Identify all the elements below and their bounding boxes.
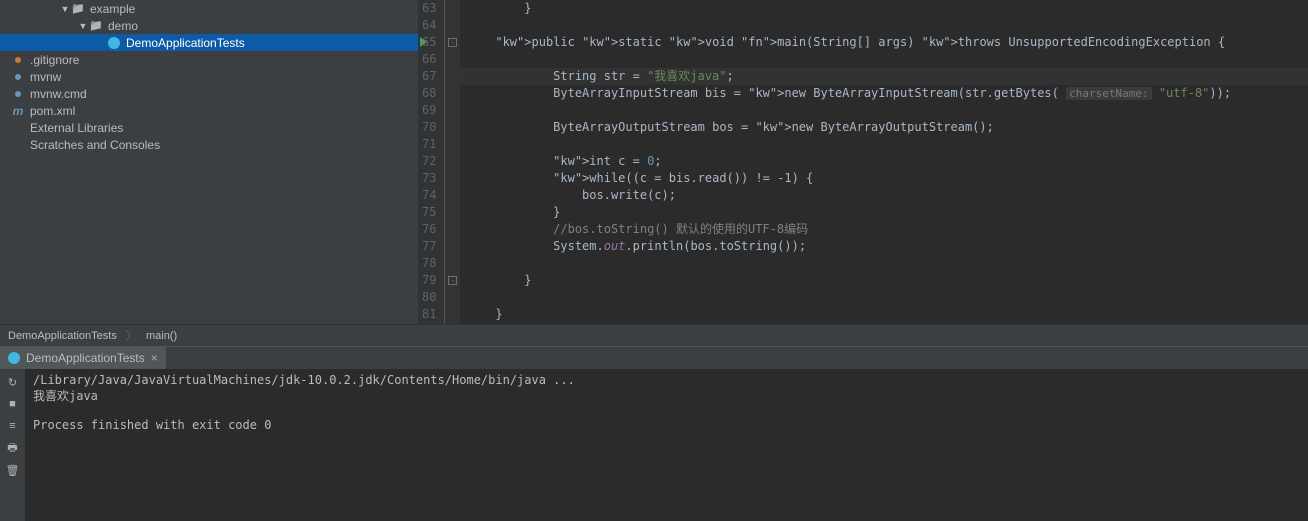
line-number[interactable]: 68 (422, 85, 436, 102)
code-line[interactable] (460, 136, 1308, 153)
maven-icon: m (10, 104, 26, 118)
console-tabbar[interactable]: DemoApplicationTests × (0, 347, 1308, 369)
layout-icon[interactable]: ≡ (4, 417, 22, 435)
line-number[interactable]: 75 (422, 204, 436, 221)
code-line[interactable]: } (460, 306, 1308, 323)
line-number[interactable]: 79 (422, 272, 436, 289)
line-number[interactable]: 71 (422, 136, 436, 153)
line-number[interactable]: 64 (422, 17, 436, 34)
breadcrumb-class[interactable]: DemoApplicationTests (8, 330, 117, 342)
breadcrumb-separator-icon: 〉 (120, 330, 143, 342)
console-tab-label: DemoApplicationTests (26, 351, 145, 365)
line-number[interactable]: 77 (422, 238, 436, 255)
trash-icon[interactable]: 🗑 (4, 461, 22, 479)
file-icon (10, 74, 26, 80)
java-icon (8, 352, 20, 364)
tree-row[interactable]: .gitignore (0, 51, 418, 68)
code-line[interactable] (460, 51, 1308, 68)
stop-icon[interactable]: ■ (4, 395, 22, 413)
project-tree[interactable]: ▼example▼demoDemoApplicationTests.gitign… (0, 0, 418, 324)
line-number[interactable]: 78 (422, 255, 436, 272)
folder-icon (70, 2, 86, 15)
code-line[interactable] (460, 289, 1308, 306)
code-line[interactable] (460, 255, 1308, 272)
code-line[interactable]: //bos.toString() 默认的使用的UTF-8编码 (460, 221, 1308, 238)
line-number[interactable]: 66 (422, 51, 436, 68)
tree-row[interactable]: DemoApplicationTests (0, 34, 418, 51)
fold-toggle-icon[interactable]: - (448, 276, 457, 285)
code-line[interactable]: "kw">while((c = bis.read()) != -1) { (460, 170, 1308, 187)
tree-label: .gitignore (30, 53, 79, 67)
chevron-down-icon[interactable]: ▼ (60, 4, 70, 14)
code-line[interactable]: } (460, 272, 1308, 289)
code-line[interactable] (460, 17, 1308, 34)
tree-label: mvnw.cmd (30, 87, 87, 101)
java-class-icon (106, 37, 122, 49)
line-number[interactable]: 80 (422, 289, 436, 306)
line-number[interactable]: 74 (422, 187, 436, 204)
file-icon (10, 57, 26, 63)
code-line[interactable]: String str = "我喜欢java"; (460, 68, 1308, 85)
code-line[interactable]: System.out.println(bos.toString()); (460, 238, 1308, 255)
code-line[interactable]: "kw">public "kw">static "kw">void "fn">m… (460, 34, 1308, 51)
tree-label: External Libraries (30, 121, 123, 135)
run-gutter-icon[interactable] (420, 37, 427, 47)
console-output[interactable]: /Library/Java/JavaVirtualMachines/jdk-10… (25, 369, 1308, 521)
tree-label: demo (108, 19, 138, 33)
line-gutter: 63646566676869707172737475767778798081 (418, 0, 445, 324)
rerun-icon[interactable]: ↻ (4, 373, 22, 391)
tree-row[interactable]: External Libraries (0, 119, 418, 136)
tree-row[interactable]: mvnw.cmd (0, 85, 418, 102)
tree-label: pom.xml (30, 104, 75, 118)
tree-row[interactable]: Scratches and Consoles (0, 136, 418, 153)
breadcrumb-method[interactable]: main() (146, 330, 177, 342)
tree-label: mvnw (30, 70, 61, 84)
tree-row[interactable]: ▼ demo (0, 17, 418, 34)
code-editor[interactable]: 63646566676869707172737475767778798081 -… (418, 0, 1308, 324)
code-line[interactable]: ByteArrayOutputStream bos = "kw">new Byt… (460, 119, 1308, 136)
code-line[interactable]: "kw">int c = 0; (460, 153, 1308, 170)
line-number[interactable]: 73 (422, 170, 436, 187)
run-console: DemoApplicationTests × ↻ ■ ≡ 🖶 🗑 /Librar… (0, 346, 1308, 521)
tree-row[interactable]: mvnw (0, 68, 418, 85)
line-number[interactable]: 76 (422, 221, 436, 238)
console-body: ↻ ■ ≡ 🖶 🗑 /Library/Java/JavaVirtualMachi… (0, 369, 1308, 521)
code-line[interactable]: } (460, 0, 1308, 17)
chevron-down-icon[interactable]: ▼ (78, 21, 88, 31)
folder-icon (88, 19, 104, 32)
line-number[interactable]: 72 (422, 153, 436, 170)
tree-label: example (90, 2, 135, 16)
line-number[interactable]: 69 (422, 102, 436, 119)
tree-row[interactable]: m pom.xml (0, 102, 418, 119)
tree-label: Scratches and Consoles (30, 138, 160, 152)
line-number[interactable]: 63 (422, 0, 436, 17)
code-line[interactable] (460, 102, 1308, 119)
tree-label: DemoApplicationTests (126, 36, 245, 50)
fold-column[interactable]: -- (445, 0, 460, 324)
print-icon[interactable]: 🖶 (4, 439, 22, 457)
line-number[interactable]: 70 (422, 119, 436, 136)
code-line[interactable]: ByteArrayInputStream bis = "kw">new Byte… (460, 85, 1308, 102)
line-number[interactable]: 65 (422, 34, 436, 51)
breadcrumb[interactable]: DemoApplicationTests 〉 main() (0, 324, 1308, 346)
code-line[interactable]: } (460, 204, 1308, 221)
line-number[interactable]: 81 (422, 306, 436, 323)
tree-row[interactable]: ▼ example (0, 0, 418, 17)
code-line[interactable]: bos.write(c); (460, 187, 1308, 204)
console-tab[interactable]: DemoApplicationTests × (0, 347, 167, 369)
fold-toggle-icon[interactable]: - (448, 38, 457, 47)
file-icon (10, 91, 26, 97)
line-number[interactable]: 67 (422, 68, 436, 85)
main-area: ▼example▼demoDemoApplicationTests.gitign… (0, 0, 1308, 324)
code-area[interactable]: } "kw">public "kw">static "kw">void "fn"… (460, 0, 1308, 324)
console-toolbar: ↻ ■ ≡ 🖶 🗑 (0, 369, 25, 521)
close-icon[interactable]: × (151, 351, 158, 365)
